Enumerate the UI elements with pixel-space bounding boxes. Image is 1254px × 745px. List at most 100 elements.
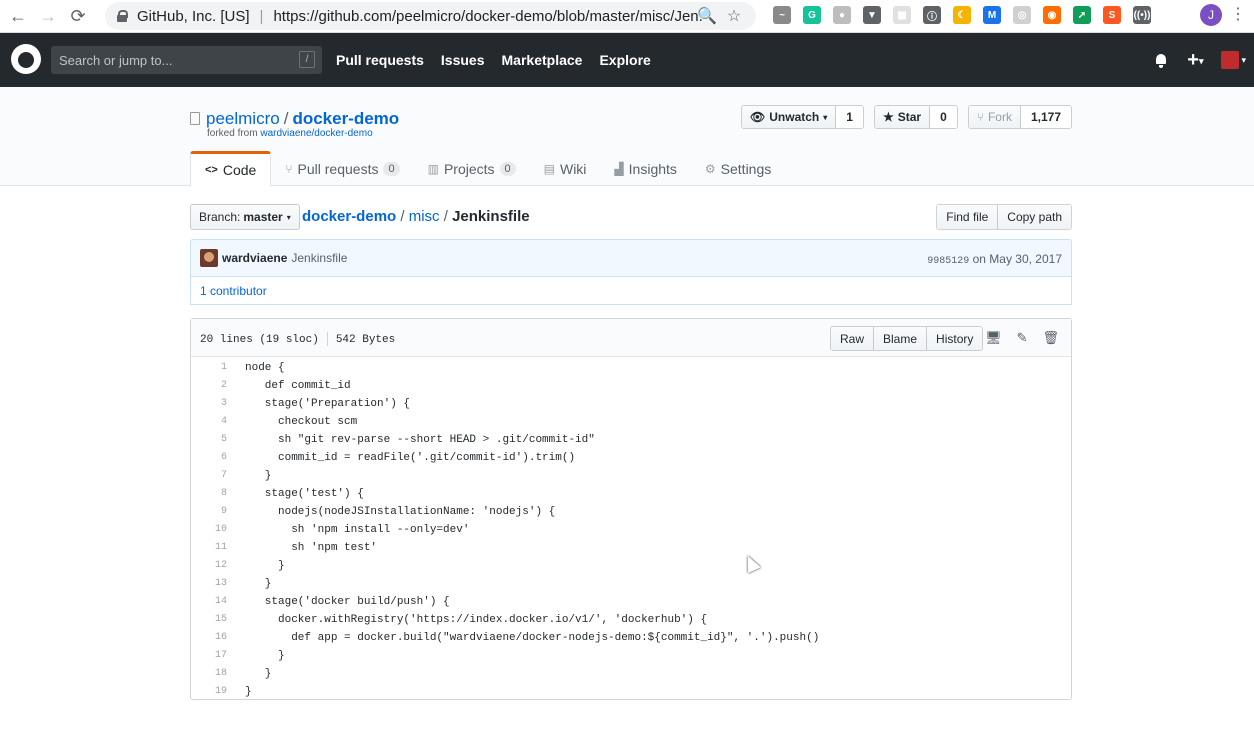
nav-marketplace[interactable]: Marketplace [502,52,583,68]
line-number[interactable]: 7 [191,467,231,485]
line-number[interactable]: 14 [191,593,231,611]
breadcrumb-root-link[interactable]: docker-demo [302,208,396,225]
tab-code[interactable]: <> Code [190,151,272,187]
ext-7-icon[interactable]: ☾ [953,6,971,24]
code-line: 2 def commit_id [191,377,1071,395]
commit-author-link[interactable]: wardviaene [222,251,287,265]
line-number[interactable]: 15 [191,611,231,629]
header-actions: +▾ ▾ [1155,33,1246,87]
user-menu[interactable]: ▾ [1221,51,1246,69]
gear-icon: ⚙ [704,162,716,176]
tab-projects[interactable]: ▥ Projects 0 [414,151,530,187]
ext-4-icon[interactable]: ▼ [863,6,881,24]
repo-name-link[interactable]: docker-demo [292,109,399,128]
blame-button[interactable]: Blame [873,327,927,350]
ext-8-icon[interactable]: M [983,6,1001,24]
back-icon[interactable]: ← [6,4,30,28]
notifications-bell-icon[interactable] [1155,53,1169,68]
line-number[interactable]: 17 [191,647,231,665]
line-number[interactable]: 3 [191,395,231,413]
zoom-icon[interactable]: 🔍 [697,6,717,26]
branch-name: master [243,210,283,224]
star-button[interactable]: ★ Star [874,106,931,128]
ext-1-icon[interactable]: ~ [773,6,791,24]
trash-icon[interactable]: 🗑 [1042,330,1059,346]
line-number[interactable]: 11 [191,539,231,557]
line-number[interactable]: 5 [191,431,231,449]
pencil-icon[interactable]: ✎ [1017,330,1028,346]
fork-button[interactable]: ⑂ Fork [968,106,1021,128]
ext-10-icon[interactable]: ◉ [1043,6,1061,24]
code-line: 8 stage('test') { [191,485,1071,503]
code-line: 13 } [191,575,1071,593]
breadcrumb-dir-link[interactable]: misc [409,208,440,225]
github-header: Search or jump to... / Pull requests Iss… [0,33,1254,87]
extensions-bar: ~ G ● ▼ ▦ ⓘ ☾ M ◎ ◉ ➚ S ((•)) [773,6,1151,24]
line-content: stage('test') { [245,488,364,500]
ext-5-icon[interactable]: ▦ [893,6,911,24]
forked-from: forked from wardviaene/docker-demo [207,128,373,139]
address-bar[interactable]: GitHub, Inc. [US] | https://github.com/p… [105,2,756,30]
branch-select-button[interactable]: Branch: master ▾ [190,204,300,230]
desktop-icon[interactable]: 🖥 [985,330,1002,346]
commit-author-avatar[interactable] [200,249,218,267]
create-new-icon[interactable]: +▾ [1187,49,1203,72]
profile-avatar[interactable]: J [1200,4,1222,26]
history-button[interactable]: History [926,327,983,350]
ext-3-icon[interactable]: ● [833,6,851,24]
browser-menu-icon[interactable]: ⋮ [1230,5,1246,25]
commit-sha-link[interactable]: 9985129 [927,256,969,267]
site-identity[interactable]: GitHub, Inc. [US] [137,8,250,25]
fork-count[interactable]: 1,177 [1020,106,1071,128]
ext-6-icon[interactable]: ⓘ [923,6,941,24]
line-number[interactable]: 8 [191,485,231,503]
bookmark-star-icon[interactable]: ☆ [727,6,741,26]
line-number[interactable]: 19 [191,683,231,701]
ext-12-icon[interactable]: S [1103,6,1121,24]
copy-path-button[interactable]: Copy path [997,205,1071,229]
unwatch-button[interactable]: 👁 Unwatch ▾ [742,106,837,128]
code-line: 9 nodejs(nodeJSInstallationName: 'nodejs… [191,503,1071,521]
code-line: 14 stage('docker build/push') { [191,593,1071,611]
line-number[interactable]: 13 [191,575,231,593]
ext-9-icon[interactable]: ◎ [1013,6,1031,24]
chevron-down-icon: ▾ [1241,54,1246,65]
star-count[interactable]: 0 [930,106,957,128]
line-content: nodejs(nodeJSInstallationName: 'nodejs')… [245,506,556,518]
contributors-link[interactable]: 1 contributor [190,277,1072,305]
tab-settings[interactable]: ⚙ Settings [691,151,785,187]
find-file-button[interactable]: Find file [937,205,998,229]
commit-message-link[interactable]: Jenkinsfile [291,251,347,265]
nav-issues[interactable]: Issues [441,52,485,68]
line-number[interactable]: 16 [191,629,231,647]
tab-insights[interactable]: ▟ Insights [600,151,690,187]
line-number[interactable]: 4 [191,413,231,431]
nav-explore[interactable]: Explore [599,52,650,68]
ext-13-icon[interactable]: ((•)) [1133,6,1151,24]
nav-pull-requests[interactable]: Pull requests [336,52,424,68]
raw-button[interactable]: Raw [831,327,874,350]
forked-from-link[interactable]: wardviaene/docker-demo [260,128,372,139]
line-number[interactable]: 6 [191,449,231,467]
line-number[interactable]: 10 [191,521,231,539]
code-line: 7 } [191,467,1071,485]
user-avatar [1221,51,1240,69]
forward-icon[interactable]: → [36,4,60,28]
line-number[interactable]: 1 [191,359,231,377]
watch-count[interactable]: 1 [836,106,863,128]
url-text[interactable]: https://github.com/peelmicro/docker-demo… [273,8,703,25]
tab-wiki[interactable]: ▤ Wiki [530,151,601,187]
ext-11-icon[interactable]: ➚ [1073,6,1091,24]
unwatch-label: Unwatch [769,110,820,124]
line-number[interactable]: 9 [191,503,231,521]
search-input[interactable]: Search or jump to... / [51,46,322,74]
repo-title-separator: / [283,109,289,128]
reload-icon[interactable]: ⟳ [66,4,90,28]
github-logo-icon[interactable] [11,44,41,74]
line-number[interactable]: 18 [191,665,231,683]
line-number[interactable]: 12 [191,557,231,575]
line-number[interactable]: 2 [191,377,231,395]
grammarly-icon[interactable]: G [803,6,821,24]
tab-pull-requests[interactable]: ⑂ Pull requests 0 [271,151,413,187]
repo-owner-link[interactable]: peelmicro [206,109,280,128]
